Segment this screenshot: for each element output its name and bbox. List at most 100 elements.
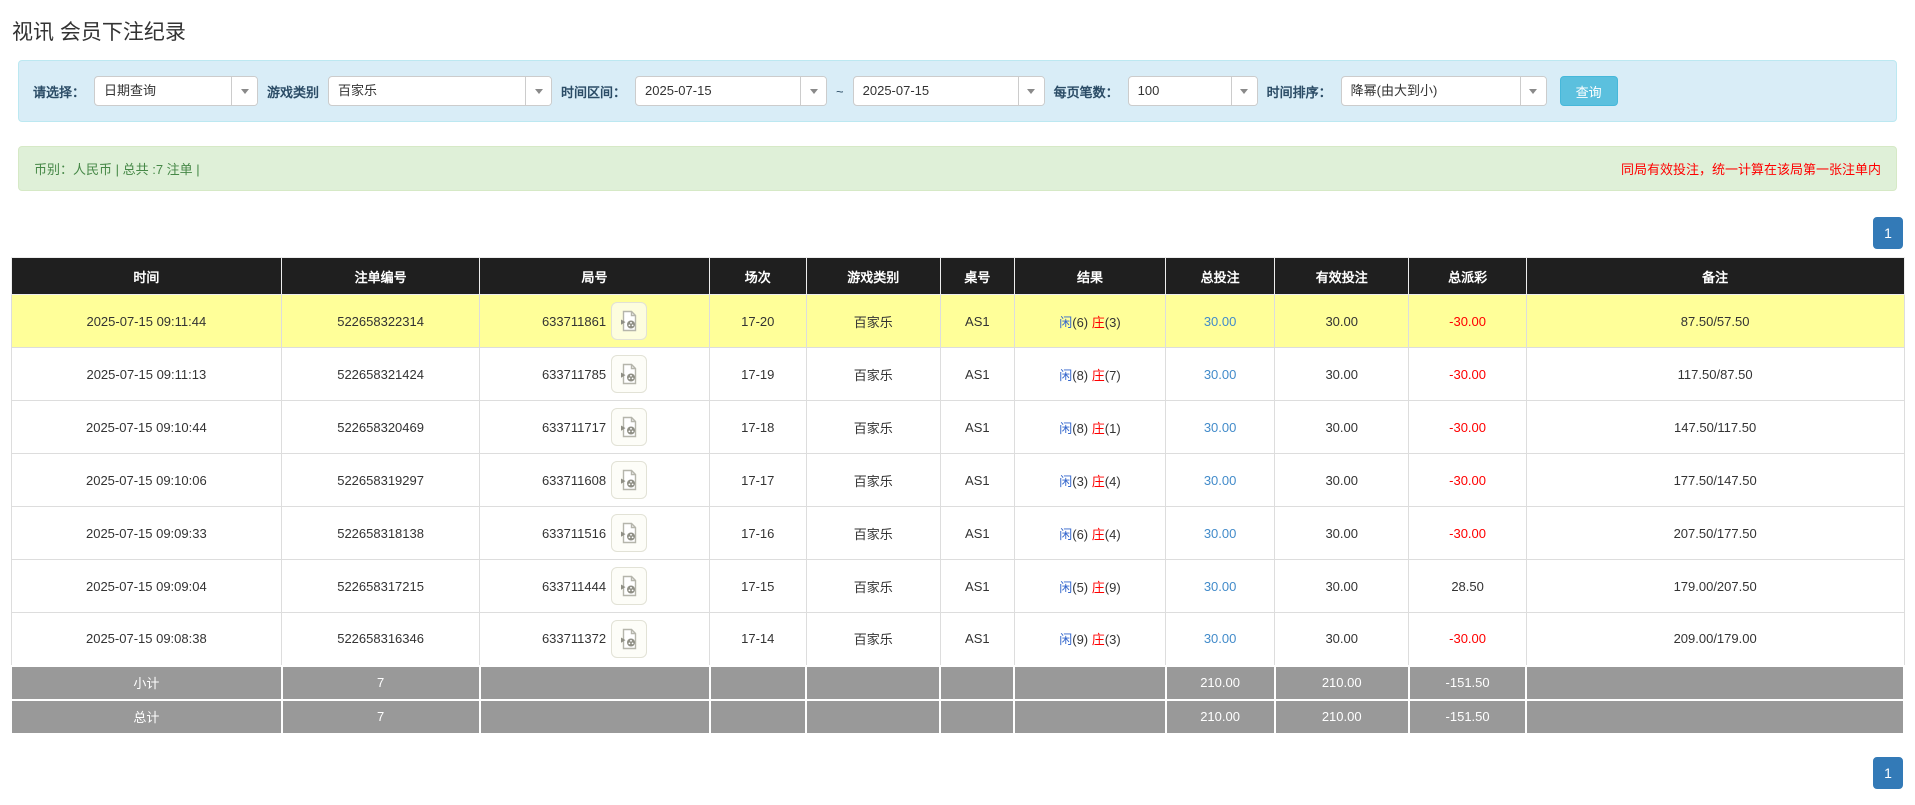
page-1-button[interactable]: 1 (1873, 756, 1903, 789)
cell-table-no: AS1 (939, 400, 1015, 454)
chevron-down-icon[interactable] (1017, 77, 1044, 105)
page-1-button[interactable]: 1 (1873, 217, 1903, 249)
grand-total-row: 总计 7 210.00 210.00 -151.50 (10, 698, 1905, 735)
pagination-top: 1 (0, 217, 1915, 249)
video-replay-button[interactable] (611, 514, 648, 552)
cell-result: 闲(9) 庄(3) (1013, 612, 1167, 666)
header-round-id: 局号 (479, 257, 710, 295)
result-banker: 庄 (1091, 526, 1105, 542)
header-game-type: 游戏类别 (805, 257, 941, 295)
select-type-label: 请选择： (33, 84, 86, 100)
result-banker-score: (1) (1104, 420, 1121, 436)
cell-time: 2025-07-15 09:11:44 (10, 294, 283, 348)
cell-remark: 147.50/117.50 (1525, 400, 1905, 454)
result-player: 闲 (1059, 579, 1073, 595)
video-file-icon (621, 522, 637, 544)
result-banker: 庄 (1091, 367, 1105, 383)
per-page-label: 每页笔数： (1053, 84, 1119, 100)
round-id-text: 633711785 (541, 366, 607, 382)
cell-valid-bet: 30.00 (1274, 294, 1410, 348)
cell-bet-id: 522658321424 (281, 347, 481, 401)
video-file-icon (621, 469, 637, 491)
grand-total-valid-bet: 210.00 (1273, 698, 1410, 735)
cell-round-id: 633711785 (479, 347, 710, 401)
table-row: 2025-07-15 09:10:06 522658319297 6337116… (10, 453, 1905, 507)
cell-round-id: 633711717 (479, 400, 710, 454)
cell-table-no: AS1 (939, 612, 1015, 666)
chevron-down-icon[interactable] (1230, 77, 1257, 105)
cell-result: 闲(3) 庄(4) (1013, 453, 1167, 507)
date-from-value: 2025-07-15 (645, 83, 712, 98)
result-banker-score: (3) (1104, 632, 1121, 648)
cell-table-no: AS1 (939, 559, 1015, 613)
video-replay-button[interactable] (611, 567, 648, 605)
table-row: 2025-07-15 09:10:44 522658320469 6337117… (10, 400, 1905, 454)
cell-time: 2025-07-15 09:11:13 (10, 347, 283, 401)
cell-total-bet-link[interactable]: 30.00 (1165, 347, 1276, 401)
header-bet-id: 注单编号 (281, 257, 481, 295)
header-total-bet: 总投注 (1165, 257, 1276, 295)
round-id-text: 633711608 (541, 472, 607, 488)
time-sort-select[interactable]: 降幂(由大到小) (1340, 76, 1547, 106)
cell-session: 17-16 (709, 506, 807, 560)
cell-payout: -30.00 (1408, 347, 1527, 401)
cell-total-bet-link[interactable]: 30.00 (1165, 612, 1276, 666)
chevron-down-icon[interactable] (800, 77, 827, 105)
cell-result: 闲(8) 庄(1) (1013, 400, 1167, 454)
cell-bet-id: 522658320469 (281, 400, 481, 454)
video-replay-button[interactable] (611, 355, 648, 393)
round-id-text: 633711372 (541, 631, 607, 647)
header-session: 场次 (709, 257, 807, 295)
time-range-label: 时间区间： (561, 84, 627, 100)
cell-bet-id: 522658319297 (281, 453, 481, 507)
date-from-select[interactable]: 2025-07-15 (635, 76, 828, 106)
cell-result: 闲(6) 庄(3) (1013, 294, 1167, 348)
table-row: 2025-07-15 09:09:04 522658317215 6337114… (10, 559, 1905, 613)
cell-remark: 177.50/147.50 (1525, 453, 1905, 507)
cell-time: 2025-07-15 09:09:04 (10, 559, 283, 613)
video-replay-button[interactable] (611, 408, 648, 446)
page: 视讯 会员下注纪录 请选择： 日期查询 游戏类别 百家乐 时间区间： 2025-… (0, 0, 1915, 805)
chevron-down-icon[interactable] (525, 77, 552, 105)
chevron-down-icon[interactable] (231, 77, 258, 105)
cell-round-id: 633711608 (479, 453, 710, 507)
cell-total-bet-link[interactable]: 30.00 (1165, 400, 1276, 454)
result-banker-score: (7) (1104, 367, 1121, 383)
header-valid-bet: 有效投注 (1274, 257, 1410, 295)
search-button[interactable]: 查询 (1559, 76, 1618, 106)
cell-table-no: AS1 (939, 453, 1015, 507)
cell-game-type: 百家乐 (805, 559, 941, 613)
cell-total-bet-link[interactable]: 30.00 (1165, 559, 1276, 613)
cell-session: 17-17 (709, 453, 807, 507)
cell-round-id: 633711861 (479, 294, 710, 348)
filter-panel: 请选择： 日期查询 游戏类别 百家乐 时间区间： 2025-07-15 ~ 20… (18, 60, 1897, 122)
result-banker: 庄 (1091, 579, 1105, 595)
cell-payout: -30.00 (1408, 294, 1527, 348)
grand-total-payout: -151.50 (1407, 698, 1528, 735)
date-to-select[interactable]: 2025-07-15 (852, 76, 1045, 106)
cell-total-bet-link[interactable]: 30.00 (1165, 453, 1276, 507)
cell-payout: -30.00 (1408, 453, 1527, 507)
cell-result: 闲(6) 庄(4) (1013, 506, 1167, 560)
per-page-select[interactable]: 100 (1127, 76, 1258, 106)
result-player: 闲 (1059, 314, 1073, 330)
result-player-score: (3) (1072, 473, 1089, 489)
chevron-down-icon[interactable] (1519, 77, 1546, 105)
cell-total-bet-link[interactable]: 30.00 (1165, 506, 1276, 560)
cell-valid-bet: 30.00 (1274, 453, 1410, 507)
cell-total-bet-link[interactable]: 30.00 (1165, 294, 1276, 348)
pagination-bottom: 1 (0, 756, 1915, 789)
video-replay-button[interactable] (611, 302, 648, 340)
query-type-select[interactable]: 日期查询 (94, 76, 259, 106)
game-type-select[interactable]: 百家乐 (328, 76, 553, 106)
header-remark: 备注 (1525, 257, 1905, 295)
cell-session: 17-18 (709, 400, 807, 454)
cell-session: 17-15 (709, 559, 807, 613)
cell-bet-id: 522658317215 (281, 559, 481, 613)
cell-remark: 117.50/87.50 (1525, 347, 1905, 401)
video-replay-button[interactable] (611, 461, 648, 499)
result-player: 闲 (1059, 632, 1073, 648)
video-replay-button[interactable] (611, 619, 648, 658)
header-time: 时间 (10, 257, 283, 295)
cell-round-id: 633711372 (479, 612, 710, 666)
